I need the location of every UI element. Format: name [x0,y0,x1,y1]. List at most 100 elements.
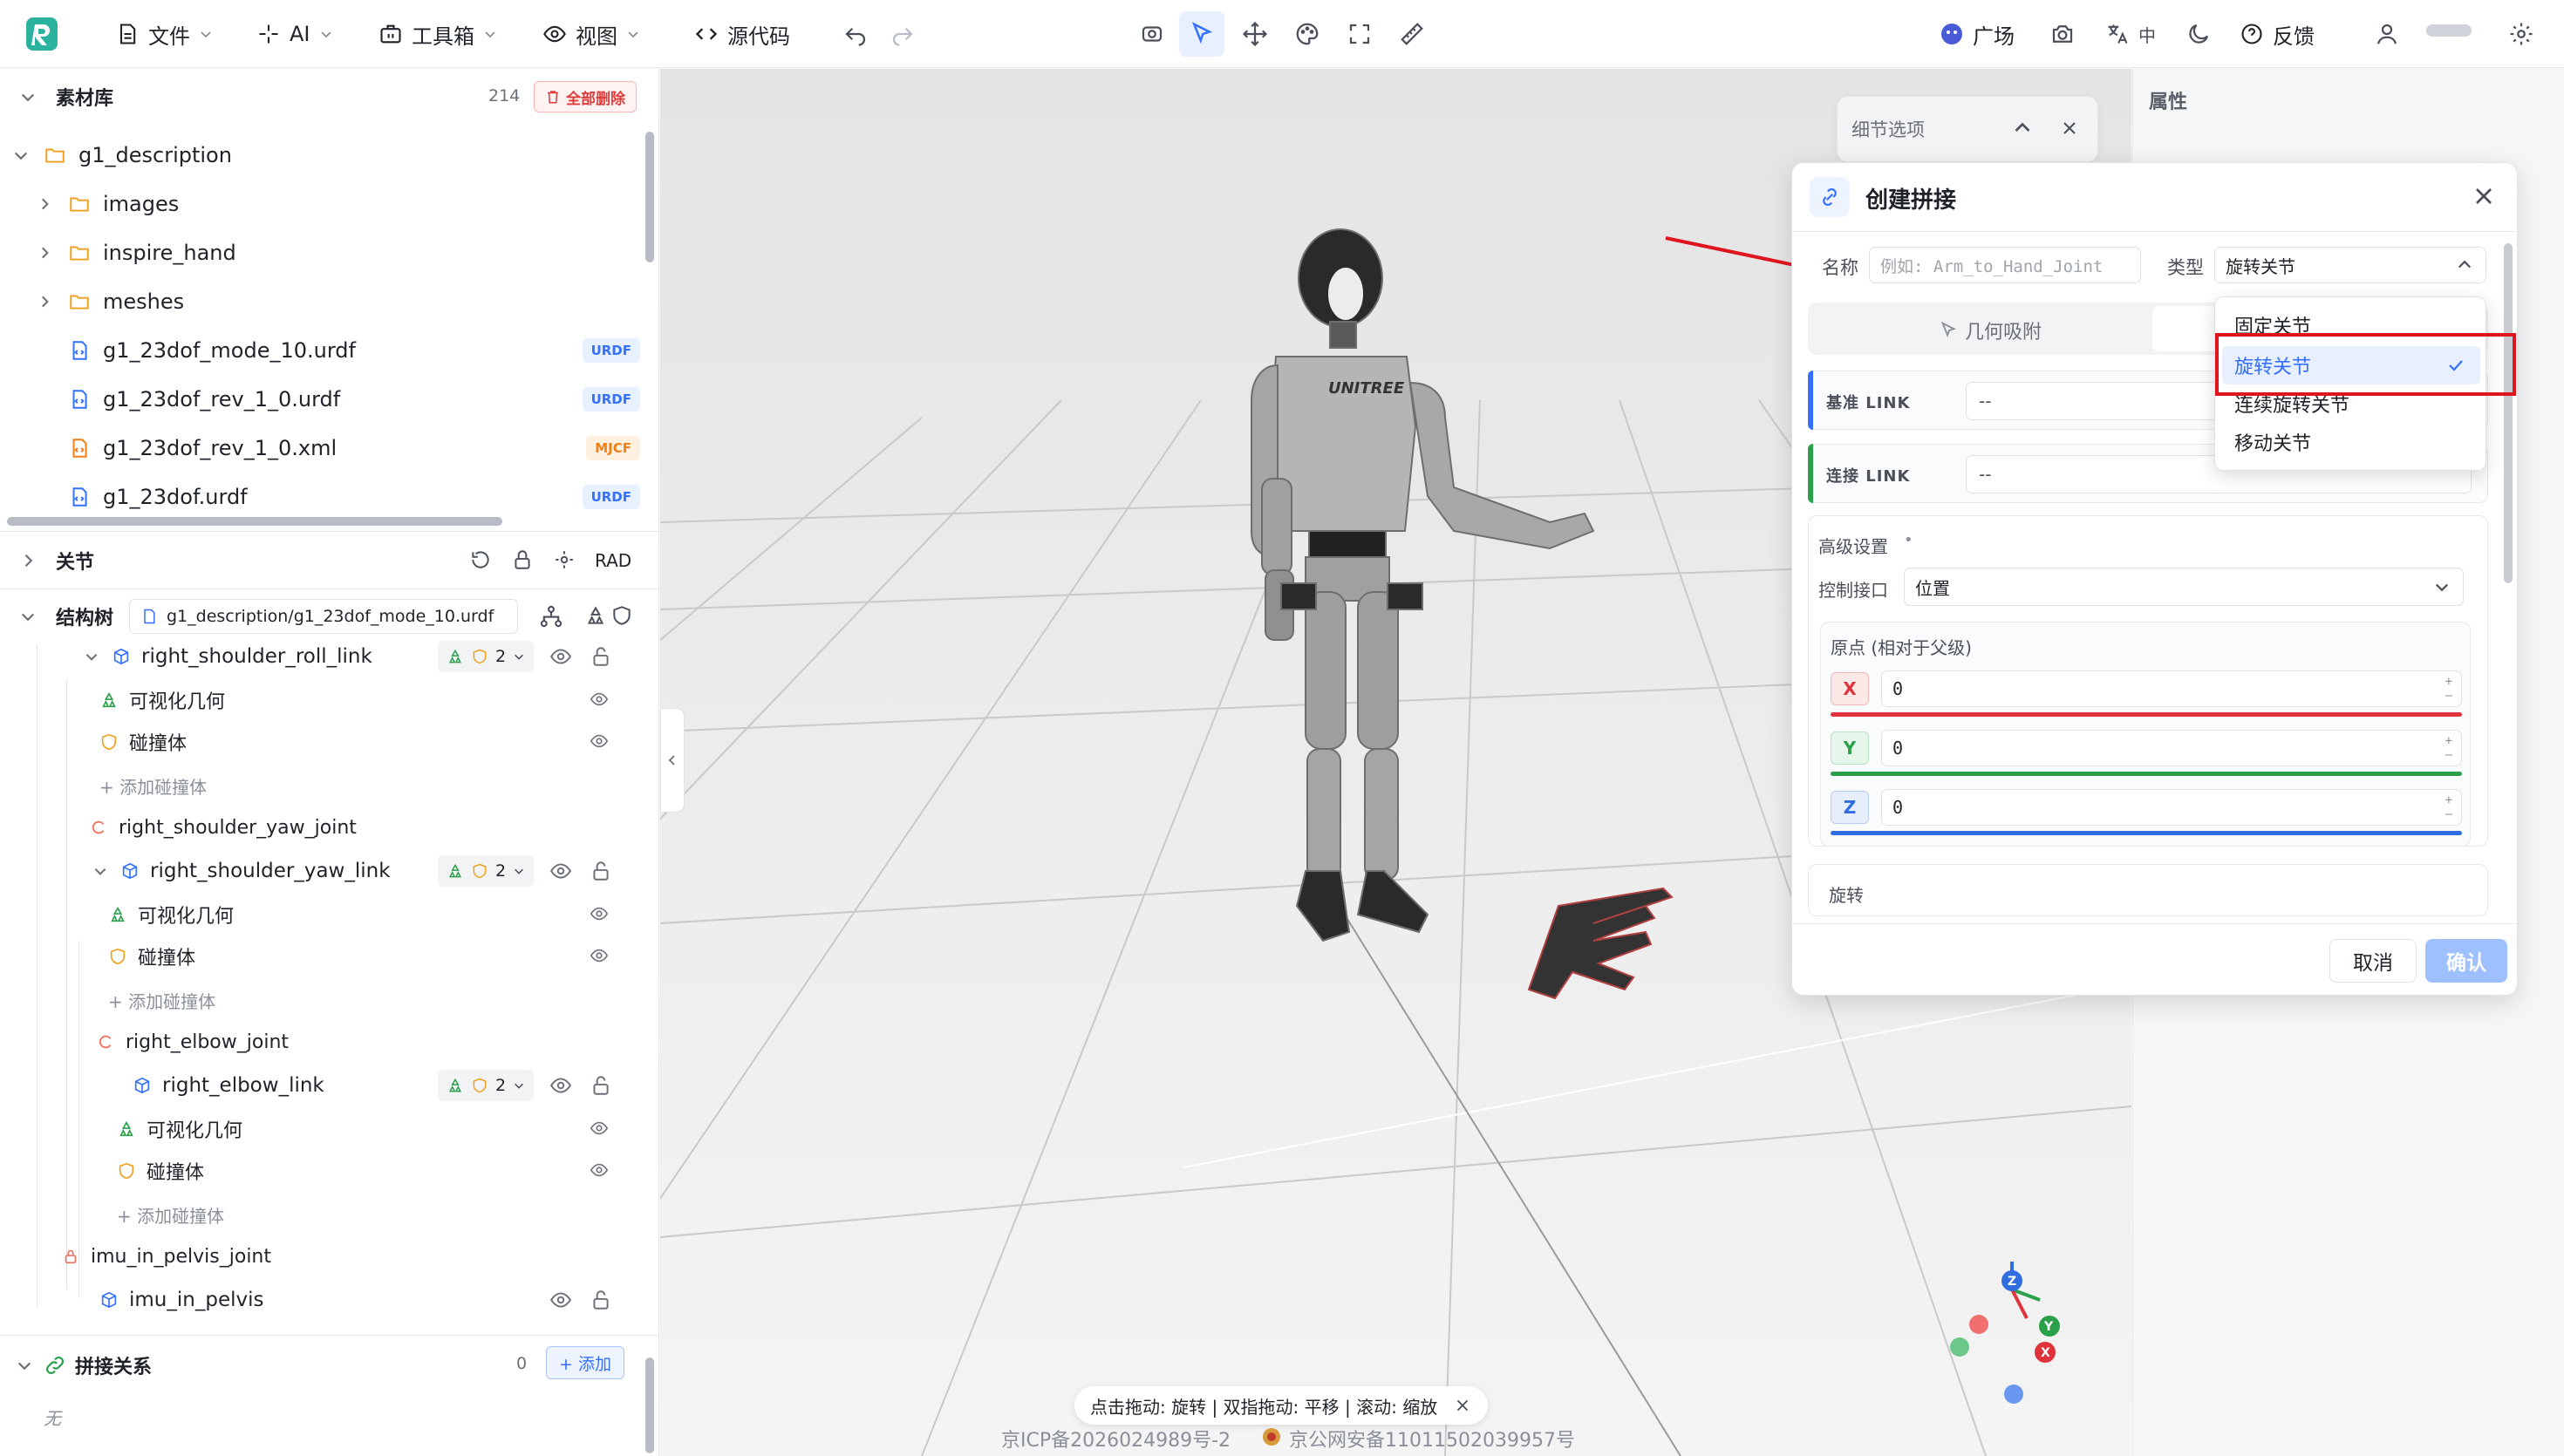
lock-icon[interactable] [590,1074,612,1097]
eye-icon[interactable] [590,731,609,751]
geometry-count-pill[interactable]: 2 [438,855,535,887]
tree-joint-row[interactable]: right_elbow_joint [96,1021,289,1063]
move-tool-button[interactable] [1238,17,1272,51]
tree-collision-row[interactable]: 碰撞体 [108,936,195,977]
lock-icon[interactable] [590,860,612,882]
close-icon[interactable] [2059,118,2080,139]
geometry-count-pill[interactable]: 2 [438,641,535,672]
close-dialog-icon[interactable] [2470,182,2498,210]
file-row[interactable]: g1_23dof_rev_1_0.urdf URDF [68,376,640,423]
assets-vertical-scrollbar[interactable] [645,132,654,262]
eye-icon[interactable] [590,946,609,965]
tree-link-row[interactable]: right_shoulder_roll_link [84,636,372,677]
measure-button[interactable] [1395,17,1429,51]
dialog-scrollbar[interactable] [2504,243,2513,583]
undo-button[interactable] [839,17,872,51]
lock-icon[interactable] [590,1289,612,1311]
close-icon[interactable] [1453,1396,1472,1415]
settings-button[interactable] [2505,17,2538,51]
name-input[interactable]: 例如: Arm_to_Hand_Joint [1869,247,2141,283]
detail-options-card[interactable]: 细节选项 [1837,96,2098,162]
plaza-button[interactable]: 广场 [1940,0,2015,68]
type-select[interactable]: 旋转关节 [2214,247,2486,283]
assets-horizontal-scrollbar[interactable] [7,517,502,526]
eye-icon[interactable] [590,690,609,709]
police-license[interactable]: 京公网安备11011502039957号 [1289,1425,1575,1453]
folder-root[interactable]: g1_description [12,132,232,179]
view-menu[interactable]: 视图 [542,0,640,68]
tree-visual-row[interactable]: 可视化几何 [108,894,234,936]
language-button[interactable]: 中 [2105,0,2156,68]
chevron-up-icon[interactable] [2012,118,2033,139]
origin-x-input[interactable]: 0 + – [1881,670,2462,707]
origin-y-stepper[interactable]: + – [2445,734,2452,762]
lock-icon[interactable] [511,548,534,571]
angle-unit-toggle[interactable]: RAD [595,550,631,571]
splice-vertical-scrollbar[interactable] [645,1357,654,1453]
eye-icon[interactable] [549,1289,572,1311]
add-collision-link[interactable]: + 添加碰撞体 [108,988,215,1013]
feedback-button[interactable]: 反馈 [2240,0,2315,68]
collapse-left-panel-button[interactable] [660,708,685,813]
tree-visual-row[interactable]: 可视化几何 [99,679,225,721]
eye-icon[interactable] [549,645,572,668]
gear-icon[interactable] [553,548,576,571]
tab-geometry-snap[interactable]: 几何吸附 [1939,316,2042,344]
folder-meshes[interactable]: meshes [37,278,184,325]
lock-icon[interactable] [590,645,612,668]
control-interface-select[interactable]: 位置 [1904,568,2464,606]
tree-visual-row[interactable]: 可视化几何 [117,1108,242,1150]
reset-icon[interactable] [469,548,492,571]
tree-link-row[interactable]: imu_in_pelvis [99,1279,263,1321]
tree-joint-row[interactable]: right_shoulder_yaw_joint [89,806,357,848]
type-select-value: 旋转关节 [2226,255,2295,277]
hierarchy-icon[interactable] [539,604,563,629]
shield-icon[interactable] [610,604,633,627]
origin-x-stepper[interactable]: + – [2445,675,2452,703]
add-collision-link[interactable]: + 添加碰撞体 [99,773,207,799]
structure-file-selector[interactable]: g1_description/g1_23dof_mode_10.urdf [129,599,518,634]
ai-menu[interactable]: AI [256,0,333,68]
tree-link-row[interactable]: right_elbow_link [133,1065,324,1106]
folder-inspire-hand[interactable]: inspire_hand [37,229,236,276]
icp-license[interactable]: 京ICP备2026024989号-2 [1001,1425,1231,1453]
screenshot-button[interactable] [2046,17,2079,51]
confirm-button[interactable]: 确认 [2425,939,2507,983]
material-button[interactable] [1291,17,1324,51]
source-code-button[interactable]: 源代码 [694,0,790,68]
select-tool-button[interactable] [1179,11,1224,57]
add-collision-link[interactable]: + 添加碰撞体 [117,1202,224,1228]
toolbox-menu[interactable]: 工具箱 [378,0,497,68]
eye-icon[interactable] [549,1074,572,1097]
redo-button[interactable] [886,17,919,51]
advanced-settings-title[interactable]: 高级设置 [1818,533,1888,558]
origin-z-stepper[interactable]: + – [2445,793,2452,821]
delete-all-button[interactable]: 全部删除 [534,81,637,112]
tree-collision-row[interactable]: 碰撞体 [99,721,187,763]
tree-link-row[interactable]: right_shoulder_yaw_link [92,850,391,892]
user-button[interactable] [2370,17,2404,51]
eye-icon[interactable] [549,860,572,882]
origin-y-input[interactable]: 0 + – [1881,730,2462,766]
app-logo-icon[interactable] [24,16,59,52]
fullscreen-button[interactable] [1343,17,1376,51]
theme-toggle-button[interactable] [2182,17,2215,51]
tree-joint-row[interactable]: imu_in_pelvis_joint [61,1235,271,1277]
camera-focus-button[interactable] [1135,17,1169,51]
dropdown-option[interactable]: 移动关节 [2222,423,2480,461]
visual-filter-icon[interactable] [584,604,607,627]
add-splice-button[interactable]: + 添加 [546,1346,624,1379]
file-menu[interactable]: 文件 [115,0,213,68]
tree-collision-row[interactable]: 碰撞体 [117,1150,204,1192]
origin-z-input[interactable]: 0 + – [1881,789,2462,826]
eye-icon[interactable] [590,1119,609,1138]
eye-icon[interactable] [590,1160,609,1180]
file-row[interactable]: g1_23dof_rev_1_0.xml MJCF [68,425,640,472]
cancel-button[interactable]: 取消 [2329,939,2417,983]
geometry-count-pill[interactable]: 2 [438,1070,535,1101]
file-row[interactable]: g1_23dof_mode_10.urdf URDF [68,327,640,374]
file-row[interactable]: g1_23dof.urdf URDF [68,473,640,520]
eye-icon[interactable] [590,904,609,923]
folder-images[interactable]: images [37,180,179,228]
folder-label: meshes [103,289,185,314]
